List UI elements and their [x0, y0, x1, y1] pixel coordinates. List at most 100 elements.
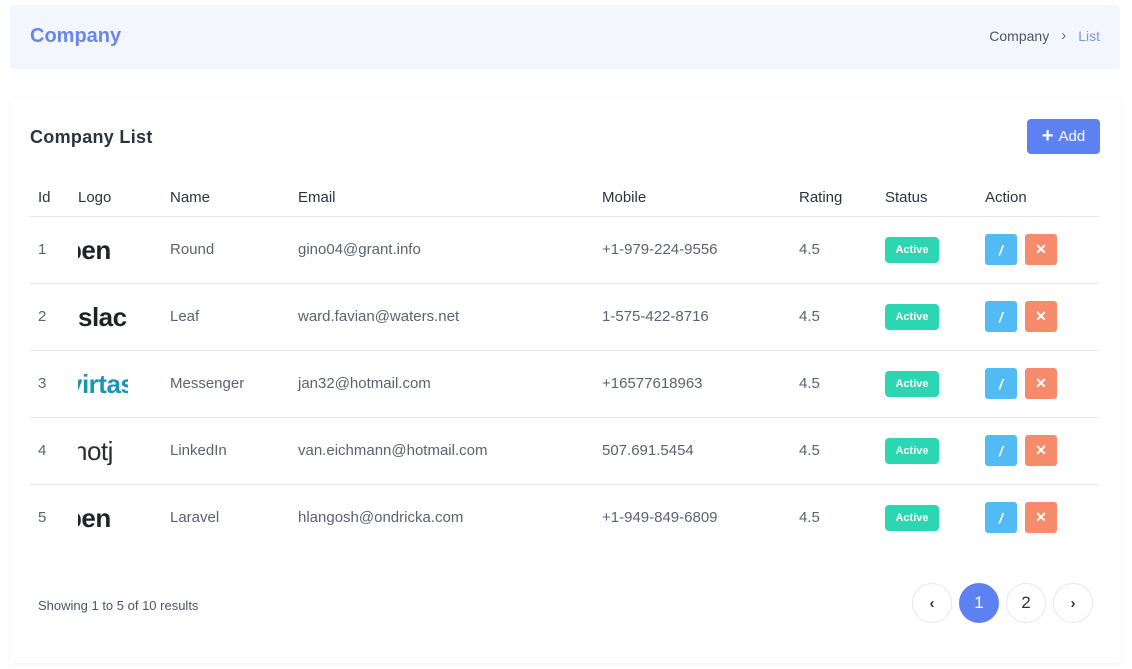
cell-status: Active: [877, 216, 977, 284]
delete-button[interactable]: ✕: [1025, 234, 1057, 265]
edit-button[interactable]: /: [985, 234, 1017, 265]
company-logo-text: pen: [78, 503, 111, 532]
cell-rating: 4.5: [791, 216, 877, 284]
company-logo-text: virtas: [78, 369, 128, 398]
company-logo: virtas: [78, 370, 128, 398]
pagination-prev-button[interactable]: ‹: [912, 583, 952, 623]
cell-mobile: +1-949-849-6809: [602, 509, 718, 527]
delete-button[interactable]: ✕: [1025, 301, 1057, 332]
company-logo: pen: [78, 504, 128, 532]
cell-logo: virtas: [70, 350, 162, 418]
status-badge: Active: [885, 303, 939, 330]
column-header-mobile: Mobile: [594, 179, 791, 217]
pencil-icon: /: [999, 442, 1003, 459]
pencil-icon: /: [999, 375, 1003, 392]
company-logo: pen: [78, 236, 128, 264]
cell-status: Active: [877, 350, 977, 418]
column-header-email: Email: [290, 179, 594, 217]
cell-email: van.eichmann@hotmail.com: [290, 417, 594, 485]
results-summary: Showing 1 to 5 of 10 results: [38, 598, 199, 613]
cell-action: / ✕: [977, 484, 1100, 551]
column-header-status: Status: [877, 179, 977, 217]
pencil-icon: /: [999, 308, 1003, 325]
breadcrumb: Company › List: [989, 27, 1100, 44]
delete-button[interactable]: ✕: [1025, 435, 1057, 466]
edit-button[interactable]: /: [985, 435, 1017, 466]
page-title: Company: [30, 25, 122, 47]
pagination: ‹ 1 2 ›: [912, 583, 1093, 623]
cell-status: Active: [877, 283, 977, 351]
company-table: Id Logo Name Email Mobile Rating Status …: [30, 179, 1100, 551]
cell-id: 2: [30, 283, 70, 351]
status-badge: Active: [885, 236, 939, 263]
cell-action: / ✕: [977, 283, 1100, 351]
cell-mobile: 1-575-422-8716: [594, 283, 791, 351]
status-badge: Active: [885, 437, 939, 464]
card-title: Company List: [30, 127, 153, 147]
cell-logo: pen: [70, 216, 162, 284]
pencil-icon: /: [999, 241, 1003, 258]
cell-id: 4: [30, 417, 70, 485]
status-badge: Active: [885, 504, 939, 531]
cell-email: ward.favian@waters.net: [290, 283, 594, 351]
cell-name: Messenger: [162, 350, 290, 418]
close-icon: ✕: [1035, 509, 1047, 526]
close-icon: ✕: [1035, 241, 1047, 257]
company-logo-text: pen: [78, 235, 111, 264]
column-header-action: Action: [977, 179, 1100, 217]
table-row: 5 pen Laravel hlangosh@ondricka.com +1-949-8…: [30, 484, 1100, 551]
pagination-page-1[interactable]: 1: [959, 583, 999, 623]
table-row: 3 virtas Messengerjan32@hotmail.com+165776…: [30, 350, 1100, 418]
add-button-label: Add: [1058, 128, 1086, 145]
close-icon: ✕: [1035, 308, 1047, 324]
cell-logo: hotj: [70, 417, 162, 485]
edit-button[interactable]: /: [985, 368, 1017, 399]
pagination-page-2[interactable]: 2: [1006, 583, 1046, 623]
column-header-id: Id: [30, 179, 70, 217]
edit-button[interactable]: /: [985, 502, 1017, 534]
table-row: 4 hotj LinkedIn van.eichmann@hotmail.com 507…: [30, 417, 1100, 485]
cell-rating: 4.5: [791, 283, 877, 351]
cell-logo: slac: [70, 283, 162, 351]
cell-name: Round: [162, 216, 290, 284]
pagination-next-button[interactable]: ›: [1053, 583, 1093, 623]
cell-status: Active: [877, 417, 977, 485]
cell-email: gino04@grant.info: [290, 216, 594, 284]
table-row: 2 slac Leaf ward.favian@waters.net 1-575-422…: [30, 283, 1100, 351]
column-header-logo: Logo: [70, 179, 162, 217]
column-header-name: Name: [162, 179, 290, 217]
status-badge: Active: [885, 370, 939, 397]
cell-rating: 4.5: [791, 417, 877, 485]
chevron-right-icon: ›: [1061, 27, 1067, 44]
cell-name: Leaf: [162, 283, 290, 351]
cell-id: 5: [38, 509, 47, 527]
cell-id: 3: [30, 350, 70, 418]
cell-status: Active: [877, 484, 977, 551]
delete-button[interactable]: ✕: [1025, 502, 1057, 534]
cell-action: / ✕: [977, 216, 1100, 284]
cell-action: / ✕: [977, 417, 1100, 485]
cell-name: LinkedIn: [162, 417, 290, 485]
company-list-card: Company List + Add Id Logo Name Email Mo…: [10, 99, 1120, 663]
cell-action: / ✕: [977, 350, 1100, 418]
delete-button[interactable]: ✕: [1025, 368, 1057, 399]
cell-email: jan32@hotmail.com: [290, 350, 594, 418]
cell-email: hlangosh@ondricka.com: [298, 509, 464, 527]
breadcrumb-current: List: [1078, 27, 1100, 44]
cell-mobile: +16577618963: [594, 350, 791, 418]
company-logo-text: hotj: [78, 436, 113, 465]
add-button[interactable]: + Add: [1027, 119, 1100, 154]
cell-mobile: 507.691.5454: [594, 417, 791, 485]
breadcrumb-parent-link[interactable]: Company: [989, 28, 1049, 44]
table-header-row: Id Logo Name Email Mobile Rating Status …: [30, 179, 1100, 217]
cell-logo: pen: [70, 484, 162, 551]
table-row: 1 pen Roundgino04@grant.info+1-979-224-955…: [30, 216, 1100, 284]
close-icon: ✕: [1035, 375, 1047, 391]
close-icon: ✕: [1035, 442, 1047, 458]
cell-rating: 4.5: [799, 509, 820, 527]
page-header: Company Company › List: [10, 5, 1120, 69]
cell-mobile: +1-979-224-9556: [594, 216, 791, 284]
column-header-rating: Rating: [791, 179, 877, 217]
edit-button[interactable]: /: [985, 301, 1017, 332]
pencil-icon: /: [999, 509, 1003, 526]
